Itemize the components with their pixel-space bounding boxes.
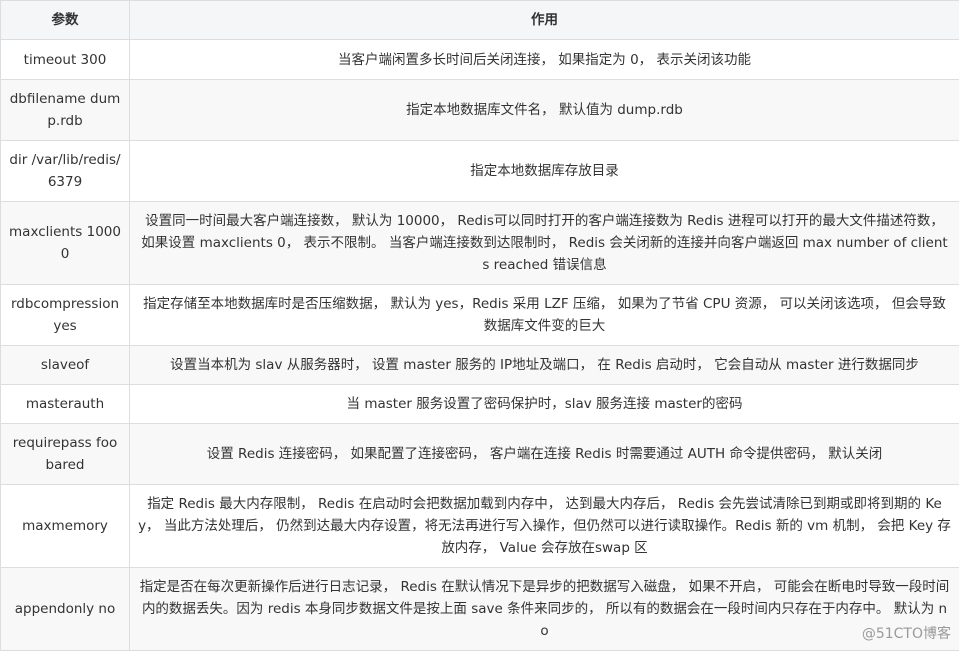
table-row: rdbcompression yes 指定存储至本地数据库时是否压缩数据， 默认… <box>1 285 959 346</box>
effect-cell: 当客户端闲置多长时间后关闭连接， 如果指定为 0， 表示关闭该功能 <box>130 40 959 80</box>
effect-cell: 指定存储至本地数据库时是否压缩数据， 默认为 yes，Redis 采用 LZF … <box>130 285 959 346</box>
param-cell: masterauth <box>1 385 130 424</box>
effect-cell: 设置当本机为 slav 从服务器时， 设置 master 服务的 IP地址及端口… <box>130 346 959 385</box>
effect-cell: 设置同一时间最大客户端连接数， 默认为 10000， Redis可以同时打开的客… <box>130 202 959 285</box>
param-cell: requirepass foobared <box>1 424 130 485</box>
param-cell: appendonly no <box>1 568 130 651</box>
table-row: appendonly no 指定是否在每次更新操作后进行日志记录， Redis … <box>1 568 959 651</box>
table-row: maxclients 10000 设置同一时间最大客户端连接数， 默认为 100… <box>1 202 959 285</box>
watermark: @51CTO博客 <box>862 623 951 643</box>
param-cell: maxmemory <box>1 485 130 568</box>
param-cell: dir /var/lib/redis/6379 <box>1 141 130 202</box>
param-cell: rdbcompression yes <box>1 285 130 346</box>
table-row: slaveof 设置当本机为 slav 从服务器时， 设置 master 服务的… <box>1 346 959 385</box>
table-row: masterauth 当 master 服务设置了密码保护时，slav 服务连接… <box>1 385 959 424</box>
table-header-row: 参数 作用 <box>1 1 959 40</box>
effect-cell: 当 master 服务设置了密码保护时，slav 服务连接 master的密码 <box>130 385 959 424</box>
table-row: requirepass foobared 设置 Redis 连接密码， 如果配置… <box>1 424 959 485</box>
table-row: dbfilename dump.rdb 指定本地数据库文件名， 默认值为 dum… <box>1 80 959 141</box>
param-cell: dbfilename dump.rdb <box>1 80 130 141</box>
table-row: maxmemory 指定 Redis 最大内存限制， Redis 在启动时会把数… <box>1 485 959 568</box>
config-table: 参数 作用 timeout 300 当客户端闲置多长时间后关闭连接， 如果指定为… <box>0 0 959 651</box>
table-row: timeout 300 当客户端闲置多长时间后关闭连接， 如果指定为 0， 表示… <box>1 40 959 80</box>
param-cell: timeout 300 <box>1 40 130 80</box>
effect-cell: 设置 Redis 连接密码， 如果配置了连接密码， 客户端在连接 Redis 时… <box>130 424 959 485</box>
param-cell: maxclients 10000 <box>1 202 130 285</box>
header-param: 参数 <box>1 1 130 40</box>
header-effect: 作用 <box>130 1 959 40</box>
effect-cell: 指定本地数据库存放目录 <box>130 141 959 202</box>
effect-cell: 指定 Redis 最大内存限制， Redis 在启动时会把数据加载到内存中， 达… <box>130 485 959 568</box>
param-cell: slaveof <box>1 346 130 385</box>
effect-cell: 指定本地数据库文件名， 默认值为 dump.rdb <box>130 80 959 141</box>
effect-cell: 指定是否在每次更新操作后进行日志记录， Redis 在默认情况下是异步的把数据写… <box>130 568 959 651</box>
table-row: dir /var/lib/redis/6379 指定本地数据库存放目录 <box>1 141 959 202</box>
